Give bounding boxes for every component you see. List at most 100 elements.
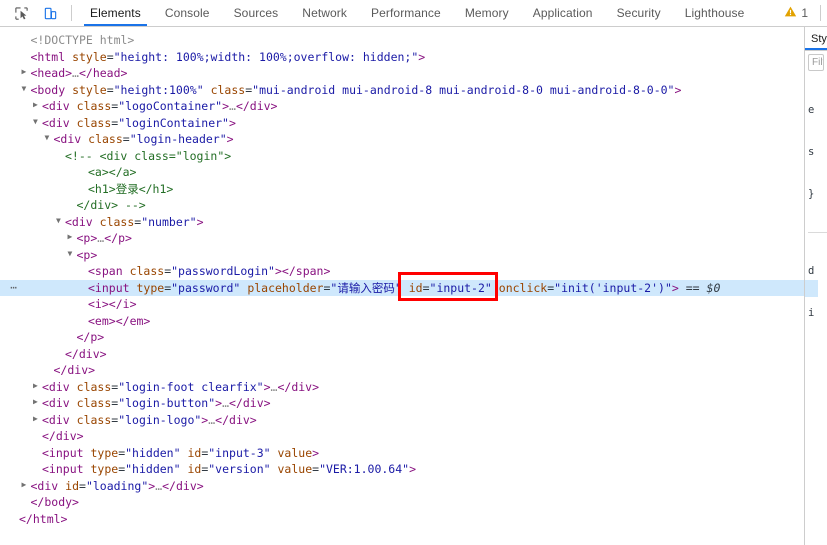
toolbar-status-group: 1 <box>779 0 827 26</box>
styles-rule-line: i <box>808 307 815 319</box>
selected-row-highlight-strip <box>805 280 818 297</box>
tab-memory-label: Memory <box>464 6 509 20</box>
dom-tree-row[interactable]: ▶ <div class="logoContainer">…</div> <box>0 98 804 115</box>
tab-console[interactable]: Console <box>153 0 222 26</box>
twisty-spacer: ▶ <box>68 196 77 213</box>
twisty-spacer: ▶ <box>56 345 65 362</box>
warning-triangle-icon <box>784 5 797 21</box>
dom-tree-row[interactable]: ▶<i></i> <box>0 296 804 313</box>
dom-tree-row[interactable]: ▶ <div class="login-logo">…</div> <box>0 412 804 429</box>
twisty-spacer: ▶ <box>79 163 88 180</box>
tab-application[interactable]: Application <box>521 0 605 26</box>
dom-tree-row[interactable]: ▶</body> <box>0 494 804 511</box>
toolbar-right-divider <box>820 5 821 21</box>
dom-tree-row[interactable]: ▶ <div class="login-button">…</div> <box>0 395 804 412</box>
twisty-collapsed[interactable]: ▶ <box>68 229 77 246</box>
styles-rule-line: d <box>808 265 815 277</box>
dom-tree-row[interactable]: ▶<!DOCTYPE html> <box>0 32 804 49</box>
twisty-spacer: ▶ <box>33 427 42 444</box>
tab-security-label: Security <box>616 6 661 20</box>
dom-tree-row[interactable]: ▼ <div class="number"> <box>0 214 804 231</box>
styles-spacer <box>808 462 827 472</box>
dom-tree[interactable]: ▶<!DOCTYPE html>▶<html style="height: 10… <box>0 27 804 527</box>
styles-spacer <box>808 424 827 434</box>
dom-tree-row[interactable]: ▶ <p>…</p> <box>0 230 804 247</box>
tab-elements-label: Elements <box>90 6 141 20</box>
styles-rule-divider <box>808 232 827 233</box>
twisty-expanded[interactable]: ▼ <box>22 81 31 98</box>
devtools-panes: ▶<!DOCTYPE html>▶<html style="height: 10… <box>0 27 827 545</box>
styles-rule-line: s <box>808 146 815 158</box>
twisty-spacer: ▶ <box>22 493 31 510</box>
styles-spacer <box>808 367 827 377</box>
tab-performance-label: Performance <box>371 6 441 20</box>
tab-styles[interactable]: Styles <box>805 27 827 50</box>
twisty-collapsed[interactable]: ▶ <box>33 411 42 428</box>
styles-rule-line: } <box>808 188 815 200</box>
elements-dom-tree-pane[interactable]: ▶<!DOCTYPE html>▶<html style="height: 10… <box>0 27 805 545</box>
twisty-spacer: ▶ <box>79 279 88 296</box>
dom-tree-row[interactable]: ▼ <p> <box>0 247 804 264</box>
dom-tree-row[interactable]: ▶<span class="passwordLogin"></span> <box>0 263 804 280</box>
twisty-collapsed[interactable]: ▶ <box>33 97 42 114</box>
tab-styles-label: Styles <box>811 32 827 45</box>
dom-tree-row[interactable]: ▶ <head>…</head> <box>0 65 804 82</box>
tab-elements[interactable]: Elements <box>78 0 153 26</box>
dom-tree-row[interactable]: ▼ <div class="login-header"> <box>0 131 804 148</box>
tab-network[interactable]: Network <box>290 0 359 26</box>
dom-tree-row[interactable]: ▶</p> <box>0 329 804 346</box>
tab-network-label: Network <box>302 6 348 20</box>
twisty-collapsed[interactable]: ▶ <box>22 64 31 81</box>
dom-tree-row[interactable]: ▶</div> <box>0 428 804 445</box>
tab-security[interactable]: Security <box>605 0 673 26</box>
dom-tree-row[interactable]: ▶<html style="height: 100%;width: 100%;o… <box>0 49 804 66</box>
twisty-expanded[interactable]: ▼ <box>68 246 77 263</box>
row-overflow-ellipsis[interactable]: ⋯ <box>3 280 25 297</box>
panel-tabs: Elements Console Sources Network Perform… <box>78 0 779 26</box>
twisty-spacer: ▶ <box>45 361 54 378</box>
dom-tree-row[interactable]: ▶</div> <box>0 346 804 363</box>
dom-tree-row[interactable]: ▶<!-- <div class="login"> <box>0 148 804 165</box>
toolbar-divider <box>71 5 72 21</box>
twisty-spacer: ▶ <box>22 31 31 48</box>
twisty-spacer: ▶ <box>56 147 65 164</box>
dom-tree-row[interactable]: ▶ <div class="login-foot clearfix">…</div… <box>0 379 804 396</box>
dom-tree-row[interactable]: ▶<input type="hidden" id="version" value… <box>0 461 804 478</box>
twisty-collapsed[interactable]: ▶ <box>33 394 42 411</box>
twisty-collapsed[interactable]: ▶ <box>33 378 42 395</box>
dom-tree-row[interactable]: ▶<h1>登录</h1> <box>0 181 804 198</box>
dom-tree-row[interactable]: ▶<input type="hidden" id="input-3" value… <box>0 445 804 462</box>
styles-rule-line: e <box>808 104 815 116</box>
twisty-expanded[interactable]: ▼ <box>33 114 42 131</box>
twisty-spacer: ▶ <box>79 262 88 279</box>
twisty-collapsed[interactable]: ▶ <box>22 477 31 494</box>
twisty-expanded[interactable]: ▼ <box>45 130 54 147</box>
dom-tree-row[interactable]: ▶</div> --> <box>0 197 804 214</box>
dom-tree-row[interactable]: ▼ <body style="height:100%" class="mui-an… <box>0 82 804 99</box>
tab-lighthouse[interactable]: Lighthouse <box>673 0 757 26</box>
tab-application-label: Application <box>532 6 593 20</box>
twisty-spacer: ▶ <box>33 460 42 477</box>
warning-count: 1 <box>801 6 808 20</box>
tab-lighthouse-label: Lighthouse <box>684 6 745 20</box>
twisty-expanded[interactable]: ▼ <box>56 213 65 230</box>
devtools-toolbar: Elements Console Sources Network Perform… <box>0 0 827 27</box>
dom-tree-row[interactable]: ▶</html> <box>0 511 804 528</box>
dom-tree-row[interactable]: ▶<a></a> <box>0 164 804 181</box>
dom-tree-row-selected[interactable]: ⋯▶<input type="password" placeholder="请输… <box>0 279 804 297</box>
warning-status-badge[interactable]: 1 <box>779 5 813 21</box>
tab-sources[interactable]: Sources <box>222 0 291 26</box>
tab-performance[interactable]: Performance <box>359 0 453 26</box>
twisty-spacer: ▶ <box>79 295 88 312</box>
dom-tree-row[interactable]: ▼ <div class="loginContainer"> <box>0 115 804 132</box>
devtools-window: Elements Console Sources Network Perform… <box>0 0 827 545</box>
device-toolbar-icon[interactable] <box>37 1 63 25</box>
dom-tree-row[interactable]: ▶<em></em> <box>0 313 804 330</box>
tab-memory[interactable]: Memory <box>453 0 521 26</box>
twisty-spacer: ▶ <box>22 48 31 65</box>
dom-tree-row[interactable]: ▶ <div id="loading">…</div> <box>0 478 804 495</box>
inspect-element-icon[interactable] <box>8 1 34 25</box>
dom-tree-row[interactable]: ▶</div> <box>0 362 804 379</box>
tab-console-label: Console <box>164 6 210 20</box>
styles-filter-input[interactable]: Filter <box>808 54 824 71</box>
